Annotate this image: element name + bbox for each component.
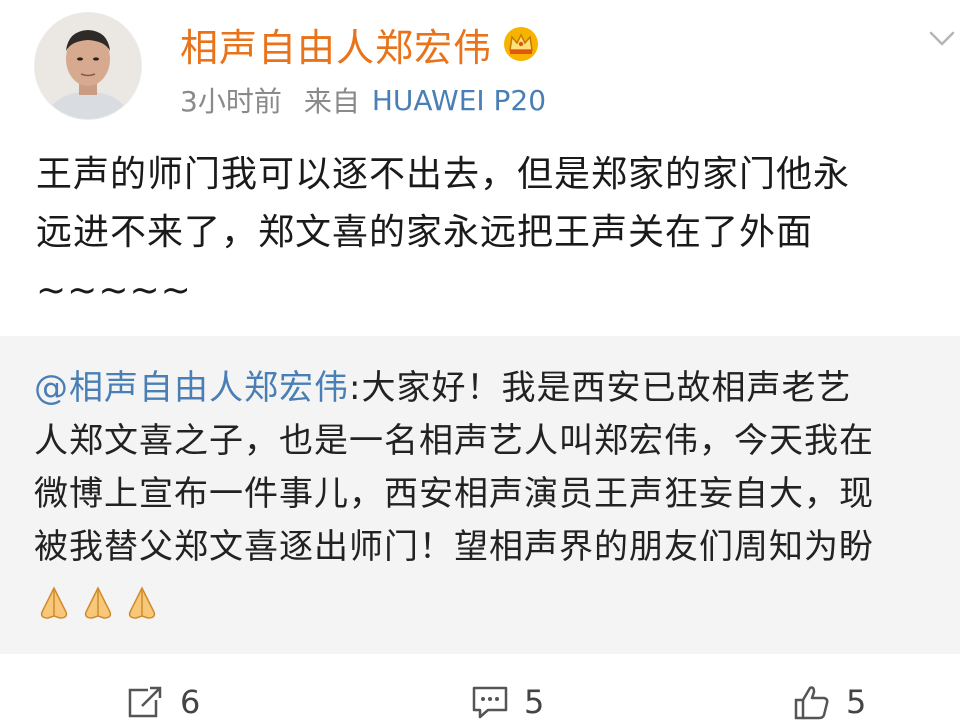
weibo-post: 相声自由人郑宏伟 3小时前 来自 HUAWEI P20 王声的师门我可以逐不出去… <box>0 0 960 720</box>
repost-text-line: 微博上宣布一件事儿，西安相声演员王声狂妄自大，现 <box>34 474 874 514</box>
repost-body: @相声自由人郑宏伟:大家好！我是西安已故相声老艺 人郑文喜之子，也是一名相声艺人… <box>34 362 960 574</box>
author-name[interactable]: 相声自由人郑宏伟 <box>180 17 492 72</box>
repost-text-line: 被我替父郑文喜逐出师门！望相声界的朋友们周知为盼 <box>34 527 874 567</box>
crown-icon[interactable] <box>502 25 540 63</box>
comment-icon <box>472 686 508 719</box>
repost-icon <box>128 684 164 718</box>
post-text-line: 远进不来了，郑文喜的家永远把王声关在了外面 <box>36 212 814 253</box>
pray-icon <box>34 582 74 622</box>
source-device[interactable]: HUAWEI P20 <box>372 84 546 117</box>
repost-text-line: @相声自由人郑宏伟:大家好！我是西安已故相声老艺 <box>34 362 960 415</box>
action-bar: 6 5 5 <box>0 672 960 720</box>
repost-count: 6 <box>180 683 201 720</box>
like-count: 5 <box>846 683 867 720</box>
pray-icon <box>122 582 162 622</box>
source-prefix: 来自 <box>303 85 360 118</box>
post-text-line: ~~~~~ <box>36 270 192 311</box>
post-body: 王声的师门我可以逐不出去，但是郑家的家门他永 远进不来了，郑文喜的家永远把王声关… <box>36 146 960 320</box>
author-row: 相声自由人郑宏伟 <box>180 14 540 74</box>
post-time: 3小时前 <box>180 85 282 118</box>
comment-count: 5 <box>524 683 545 720</box>
avatar[interactable] <box>34 12 142 120</box>
repost-text-line: 人郑文喜之子，也是一名相声艺人叫郑宏伟，今天我在 <box>34 421 874 461</box>
post-meta: 3小时前 来自 HUAWEI P20 <box>180 78 546 122</box>
mention-link[interactable]: @相声自由人郑宏伟 <box>34 368 349 408</box>
thumbs-up-icon <box>794 686 829 720</box>
pray-icon <box>78 582 118 622</box>
reposted-content[interactable]: @相声自由人郑宏伟:大家好！我是西安已故相声老艺 人郑文喜之子，也是一名相声艺人… <box>0 336 960 654</box>
repost-line-1-text: :大家好！我是西安已故相声老艺 <box>349 368 852 408</box>
comment-button[interactable]: 5 <box>470 682 544 720</box>
chevron-down-icon[interactable] <box>928 24 956 52</box>
post-text-line: 王声的师门我可以逐不出去，但是郑家的家门他永 <box>36 154 851 195</box>
like-button[interactable]: 5 <box>792 682 866 720</box>
repost-button[interactable]: 6 <box>126 682 200 720</box>
emoji-row <box>34 582 162 622</box>
